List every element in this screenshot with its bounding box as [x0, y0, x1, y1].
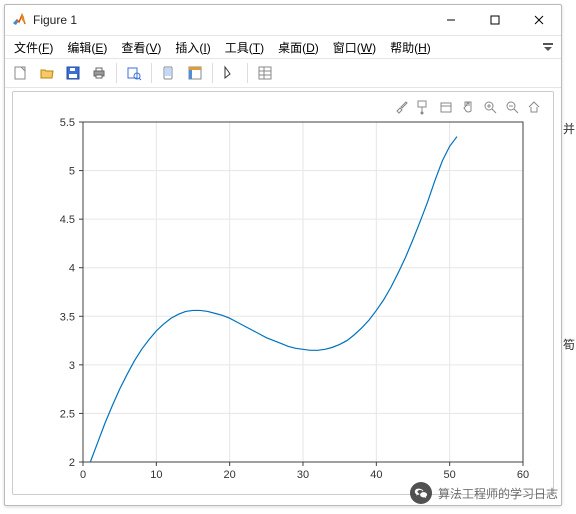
menu-insert[interactable]: 插入(I) — [169, 37, 216, 58]
separator — [212, 63, 213, 83]
menu-tools[interactable]: 工具(T) — [219, 37, 270, 58]
toolbar — [5, 59, 561, 88]
menu-edit[interactable]: 编辑(E) — [61, 37, 113, 58]
svg-text:10: 10 — [150, 469, 162, 481]
plot-panel: 0 10 20 30 40 50 60 2 2.5 3 3.5 4 4.5 5 5.5 — [12, 91, 554, 495]
svg-text:50: 50 — [444, 469, 456, 481]
window-title: Figure 1 — [33, 13, 429, 27]
home-icon[interactable] — [525, 98, 543, 116]
tool-print-preview[interactable] — [122, 61, 146, 85]
svg-text:4: 4 — [69, 263, 75, 275]
side-glyph-2: 筍 — [563, 336, 575, 353]
tool-link[interactable] — [157, 61, 181, 85]
brush-icon[interactable] — [393, 98, 411, 116]
rotate-icon[interactable] — [437, 98, 455, 116]
maximize-button[interactable] — [473, 5, 517, 35]
separator — [116, 63, 117, 83]
open-button[interactable] — [35, 61, 59, 85]
svg-text:20: 20 — [224, 469, 236, 481]
svg-text:40: 40 — [370, 469, 382, 481]
matlab-icon — [11, 12, 27, 28]
datatip-icon[interactable] — [415, 98, 433, 116]
svg-text:5: 5 — [69, 166, 75, 178]
tool-property-editor[interactable] — [253, 61, 277, 85]
separator — [247, 63, 248, 83]
close-button[interactable] — [517, 5, 561, 35]
figure-window: Figure 1 文件(F) 编辑(E) 查看(V) 插入(I) 工具(T) 桌… — [4, 4, 562, 506]
pan-icon[interactable] — [459, 98, 477, 116]
menu-file[interactable]: 文件(F) — [8, 37, 59, 58]
menu-view[interactable]: 查看(V) — [115, 37, 167, 58]
tool-edit-plot[interactable] — [218, 61, 242, 85]
wechat-icon — [410, 482, 432, 504]
svg-text:30: 30 — [297, 469, 309, 481]
print-button[interactable] — [87, 61, 111, 85]
titlebar: Figure 1 — [5, 5, 561, 36]
menubar: 文件(F) 编辑(E) 查看(V) 插入(I) 工具(T) 桌面(D) 窗口(W… — [5, 36, 561, 59]
window-controls — [429, 5, 561, 35]
watermark: 算法工程师的学习日志 — [410, 482, 558, 504]
watermark-text: 算法工程师的学习日志 — [438, 485, 558, 502]
svg-text:4.5: 4.5 — [60, 214, 75, 226]
menu-overflow-icon[interactable] — [537, 43, 559, 51]
svg-text:60: 60 — [517, 469, 529, 481]
separator — [151, 63, 152, 83]
svg-text:3: 3 — [69, 360, 75, 372]
zoom-out-icon[interactable] — [503, 98, 521, 116]
svg-text:5.5: 5.5 — [60, 117, 75, 129]
tool-insert-colorbar[interactable] — [183, 61, 207, 85]
side-glyph-1: 并 — [563, 120, 575, 137]
menu-window[interactable]: 窗口(W) — [327, 37, 382, 58]
menu-desktop[interactable]: 桌面(D) — [272, 37, 325, 58]
save-button[interactable] — [61, 61, 85, 85]
svg-text:0: 0 — [80, 469, 86, 481]
svg-text:3.5: 3.5 — [60, 311, 75, 323]
new-figure-button[interactable] — [9, 61, 33, 85]
minimize-button[interactable] — [429, 5, 473, 35]
axes[interactable]: 0 10 20 30 40 50 60 2 2.5 3 3.5 4 4.5 5 5.5 — [13, 92, 553, 494]
svg-text:2: 2 — [69, 457, 75, 469]
zoom-in-icon[interactable] — [481, 98, 499, 116]
axes-toolbar — [393, 98, 543, 116]
menu-help[interactable]: 帮助(H) — [384, 37, 437, 58]
svg-text:2.5: 2.5 — [60, 408, 75, 420]
